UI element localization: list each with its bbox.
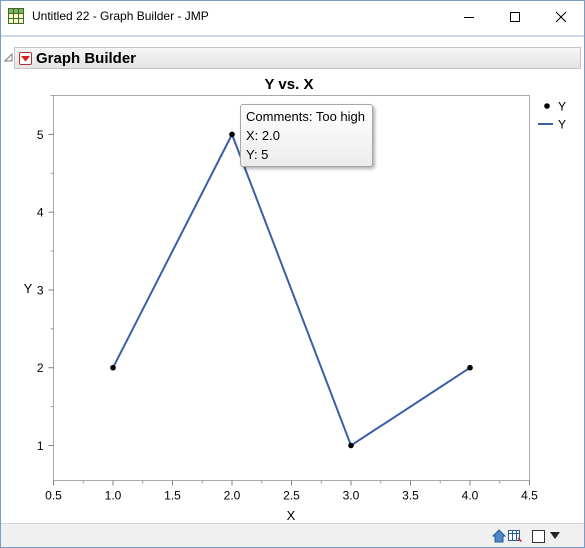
chart-title: Y vs. X xyxy=(265,76,314,93)
window-title: Untitled 22 - Graph Builder - JMP xyxy=(32,9,209,23)
jmp-grid-icon xyxy=(8,8,24,24)
tooltip-y: Y: 5 xyxy=(246,147,269,162)
y-tick-label: 2 xyxy=(37,361,44,375)
minimize-icon xyxy=(464,17,474,18)
y-tick-label: 3 xyxy=(37,283,44,297)
x-axis-label: X xyxy=(287,508,296,523)
hover-tooltip: Comments: Too high X: 2.0 Y: 5 xyxy=(240,104,373,167)
close-button[interactable] xyxy=(538,1,584,32)
tooltip-x: X: 2.0 xyxy=(246,128,280,143)
x-tick-label: 4.0 xyxy=(462,489,479,503)
maximize-button[interactable] xyxy=(492,1,538,32)
home-icon[interactable] xyxy=(492,529,506,543)
x-tick-label: 4.5 xyxy=(521,489,538,503)
x-tick-label: 2.5 xyxy=(283,489,300,503)
y-tick-label: 4 xyxy=(37,206,44,220)
y-axis-label: Y xyxy=(24,281,33,296)
x-tick-label: 1.5 xyxy=(164,489,181,503)
red-triangle-menu-icon[interactable] xyxy=(19,52,32,65)
x-tick-label: 3.5 xyxy=(402,489,419,503)
legend-label: Y xyxy=(558,118,566,132)
data-point[interactable] xyxy=(110,364,116,371)
x-axis: 0.5 1.0 1.5 2.0 2.5 3.0 3.5 4.0 4.5 xyxy=(45,480,538,503)
legend-point-swatch xyxy=(544,103,550,109)
legend[interactable]: YY xyxy=(538,100,566,132)
outline-header[interactable]: Graph Builder xyxy=(14,47,581,69)
minimize-button[interactable] xyxy=(446,1,492,32)
maximize-icon xyxy=(510,12,520,22)
data-point[interactable] xyxy=(348,442,354,449)
tooltip-comments: Comments: Too high xyxy=(246,109,365,124)
x-tick-label: 1.0 xyxy=(105,489,122,503)
y-axis: 1 2 3 4 5 xyxy=(37,95,54,453)
app-window: Untitled 22 - Graph Builder - JMP Graph … xyxy=(0,0,585,548)
table-icon[interactable] xyxy=(508,529,522,543)
close-icon xyxy=(555,11,567,23)
data-point[interactable] xyxy=(467,364,473,371)
y-tick-label: 5 xyxy=(37,128,44,142)
x-tick-label: 3.0 xyxy=(343,489,360,503)
data-point[interactable] xyxy=(229,131,235,138)
checkbox-icon[interactable] xyxy=(532,530,545,543)
outline-title: Graph Builder xyxy=(36,50,137,67)
legend-label: Y xyxy=(558,100,566,114)
y-tick-label: 1 xyxy=(37,439,44,453)
x-tick-label: 0.5 xyxy=(45,489,62,503)
disclosure-triangle-icon[interactable] xyxy=(4,53,13,62)
title-bar[interactable]: Untitled 22 - Graph Builder - JMP xyxy=(1,1,584,32)
dropdown-arrow-icon[interactable] xyxy=(550,532,560,540)
x-tick-label: 2.0 xyxy=(224,489,241,503)
status-bar xyxy=(1,523,584,547)
toolbar-separator xyxy=(1,35,584,37)
